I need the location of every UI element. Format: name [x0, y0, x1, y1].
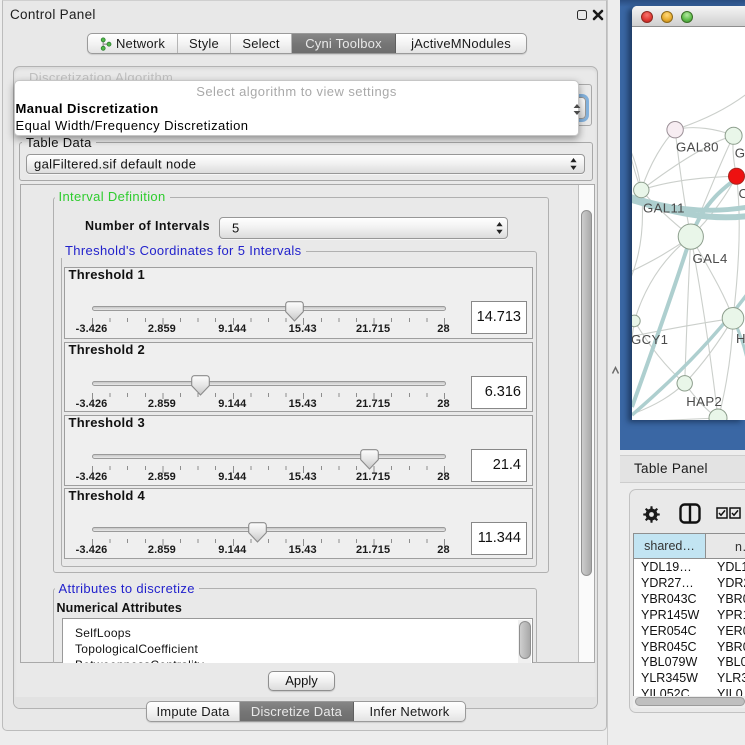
svg-text:GCY1: GCY1: [632, 332, 668, 347]
svg-text:GAL11: GAL11: [643, 201, 685, 216]
svg-text:HI: HI: [736, 331, 745, 346]
svg-text:GA: GA: [735, 146, 745, 161]
svg-text:CR: CR: [739, 186, 745, 201]
svg-text:GAL4: GAL4: [693, 251, 728, 266]
svg-text:GAL80: GAL80: [676, 140, 719, 155]
svg-text:HAP2: HAP2: [686, 394, 722, 409]
